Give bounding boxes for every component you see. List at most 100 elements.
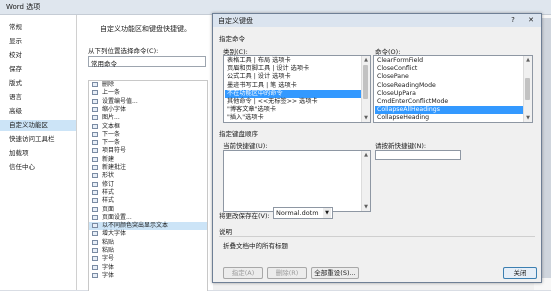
- assign-button[interactable]: 指定(A): [223, 267, 263, 279]
- command-item[interactable]: 新建批注: [89, 164, 207, 172]
- category-item[interactable]: 其他命令 | <<无标签>> 选项卡: [225, 98, 361, 106]
- command-list-item[interactable]: CollapseAllHeadings: [375, 106, 523, 115]
- nav-item[interactable]: 常规: [9, 22, 22, 33]
- nav-item[interactable]: 显示: [9, 36, 22, 47]
- command-item[interactable]: 页面: [89, 206, 207, 214]
- close-button[interactable]: 关闭: [503, 267, 537, 279]
- command-item[interactable]: 下一条: [89, 139, 207, 147]
- command-icon: [92, 206, 98, 212]
- nav-item[interactable]: 高级: [9, 106, 22, 117]
- commands-scrollbar[interactable]: ▲ ▼: [523, 56, 532, 122]
- command-label: 以不同颜色突出显示文本: [102, 222, 169, 230]
- scroll-down-icon[interactable]: ▼: [363, 115, 369, 121]
- command-item[interactable]: 下一条: [89, 131, 207, 139]
- current-keys-list[interactable]: ▲ ▼: [223, 150, 371, 212]
- command-icon: [92, 248, 98, 253]
- categories-scrollbar[interactable]: ▲ ▼: [361, 56, 370, 122]
- command-list-item[interactable]: CloseConflict: [375, 65, 523, 73]
- command-item[interactable]: 粘贴: [89, 239, 207, 247]
- command-item[interactable]: 粘贴: [89, 247, 207, 255]
- command-item[interactable]: 文本框: [89, 123, 207, 131]
- new-key-input[interactable]: [375, 150, 461, 160]
- scroll-down-icon[interactable]: ▼: [525, 115, 531, 121]
- command-item[interactable]: 字体: [89, 272, 207, 280]
- command-list-item[interactable]: ClearFormField: [375, 57, 523, 65]
- scroll-up-icon[interactable]: ▲: [363, 152, 369, 158]
- choose-commands-select[interactable]: 常用命令: [88, 56, 206, 68]
- scroll-thumb[interactable]: [525, 78, 530, 100]
- nav-item[interactable]: 加载项: [9, 148, 29, 159]
- nav-item[interactable]: 版式: [9, 78, 22, 89]
- command-icon: [92, 173, 98, 179]
- command-item[interactable]: 修订: [89, 181, 207, 189]
- command-label: 文本框: [102, 122, 121, 130]
- scroll-up-icon[interactable]: ▲: [525, 57, 531, 63]
- command-icon: [92, 98, 98, 104]
- scroll-up-icon[interactable]: ▲: [363, 57, 369, 63]
- nav-item[interactable]: 快速访问工具栏: [9, 134, 55, 145]
- command-list-item[interactable]: CloseReadingMode: [375, 82, 523, 90]
- command-icon: [92, 239, 98, 245]
- close-icon[interactable]: ✕: [523, 15, 539, 25]
- command-item[interactable]: 形状: [89, 172, 207, 180]
- command-item[interactable]: 项目符号: [89, 147, 207, 155]
- command-list-item[interactable]: ClosePane: [375, 73, 523, 81]
- command-item[interactable]: 上一条: [89, 89, 207, 97]
- nav-item[interactable]: 自定义功能区: [0, 120, 76, 131]
- dialog-title-bar: 自定义键盘 ? ✕: [213, 14, 541, 27]
- chevron-down-icon[interactable]: ▼: [323, 208, 331, 218]
- choose-commands-label: 从下列位置选择命令(C):: [88, 47, 159, 55]
- save-in-select[interactable]: Normal.dotm ▼: [273, 207, 333, 219]
- command-list-item[interactable]: CloseUpPara: [375, 90, 523, 98]
- command-item[interactable]: 以不同颜色突出显示文本: [89, 222, 207, 230]
- command-label: 上一条: [102, 89, 121, 97]
- save-in-value: Normal.dotm: [276, 209, 319, 217]
- command-icon: [92, 90, 98, 96]
- category-item[interactable]: 表格工具 | 布局 选项卡: [225, 57, 361, 65]
- category-item[interactable]: 不在功能区中的命令: [225, 89, 361, 98]
- command-item[interactable]: 样式: [89, 189, 207, 197]
- new-key-label: 请按新快捷键(N):: [375, 142, 427, 150]
- command-label: 样式: [102, 188, 115, 196]
- nav-item[interactable]: 校对: [9, 50, 22, 61]
- category-item[interactable]: 墨迹书写工具 | 笔 选项卡: [225, 82, 361, 90]
- command-item[interactable]: 图片...: [89, 114, 207, 122]
- command-label: 新建: [102, 155, 115, 163]
- command-item[interactable]: 设置编号值...: [89, 98, 207, 106]
- command-label: 粘贴: [102, 247, 115, 254]
- nav-item[interactable]: 语言: [9, 92, 22, 103]
- scroll-thumb[interactable]: [363, 65, 368, 99]
- category-item[interactable]: 公式工具 | 设计 选项卡: [225, 73, 361, 81]
- command-label: 样式: [102, 197, 115, 205]
- command-item[interactable]: 删除: [89, 81, 207, 89]
- scroll-down-icon[interactable]: ▼: [363, 204, 369, 210]
- description-text: 折叠文档中的所有标题: [223, 242, 288, 250]
- customize-keyboard-dialog: 自定义键盘 ? ✕ 指定命令 类别(C): 命令(O): ▲ ▼ 表格工具 | …: [212, 13, 542, 283]
- command-label: 下一条: [102, 139, 121, 147]
- help-icon[interactable]: ?: [505, 15, 521, 25]
- command-list-item[interactable]: CollapseHeading: [375, 114, 523, 122]
- command-item[interactable]: 缩小字体: [89, 106, 207, 114]
- current-keys-scrollbar[interactable]: ▲ ▼: [361, 151, 370, 211]
- command-item[interactable]: 样式: [89, 197, 207, 205]
- nav-item[interactable]: 保存: [9, 64, 22, 75]
- command-item[interactable]: 新建: [89, 156, 207, 164]
- command-item[interactable]: 字号: [89, 255, 207, 263]
- nav-item[interactable]: 信任中心: [9, 162, 35, 173]
- categories-list[interactable]: ▲ ▼ 表格工具 | 布局 选项卡 页眉和页脚工具 | 设计 选项卡 公式工具 | …: [223, 55, 371, 123]
- save-in-label: 将更改保存在(V):: [219, 212, 270, 220]
- command-item[interactable]: 增大字体: [89, 230, 207, 238]
- command-icon: [92, 264, 98, 270]
- command-item[interactable]: 字体: [89, 264, 207, 272]
- commands-list[interactable]: ▲ ▼ ClearFormField CloseConflict ClosePane…: [373, 55, 533, 123]
- command-icon: [92, 231, 98, 237]
- command-item[interactable]: 页面设置...: [89, 214, 207, 222]
- remove-button[interactable]: 删除(R): [267, 267, 307, 279]
- command-icon: [92, 156, 98, 162]
- options-command-list[interactable]: 删除 上一条 设置编号值... 缩小字体 图片... 文本框 下一条 下一条 项目符号 新建 新建批…: [88, 80, 208, 291]
- reset-all-button[interactable]: 全部重设(S)...: [311, 267, 359, 279]
- command-icon: [92, 82, 98, 87]
- command-list-item[interactable]: CmdEnterConflictMode: [375, 98, 523, 106]
- command-label: 页面: [102, 205, 115, 213]
- category-item[interactable]: "插入"选项卡: [225, 114, 361, 122]
